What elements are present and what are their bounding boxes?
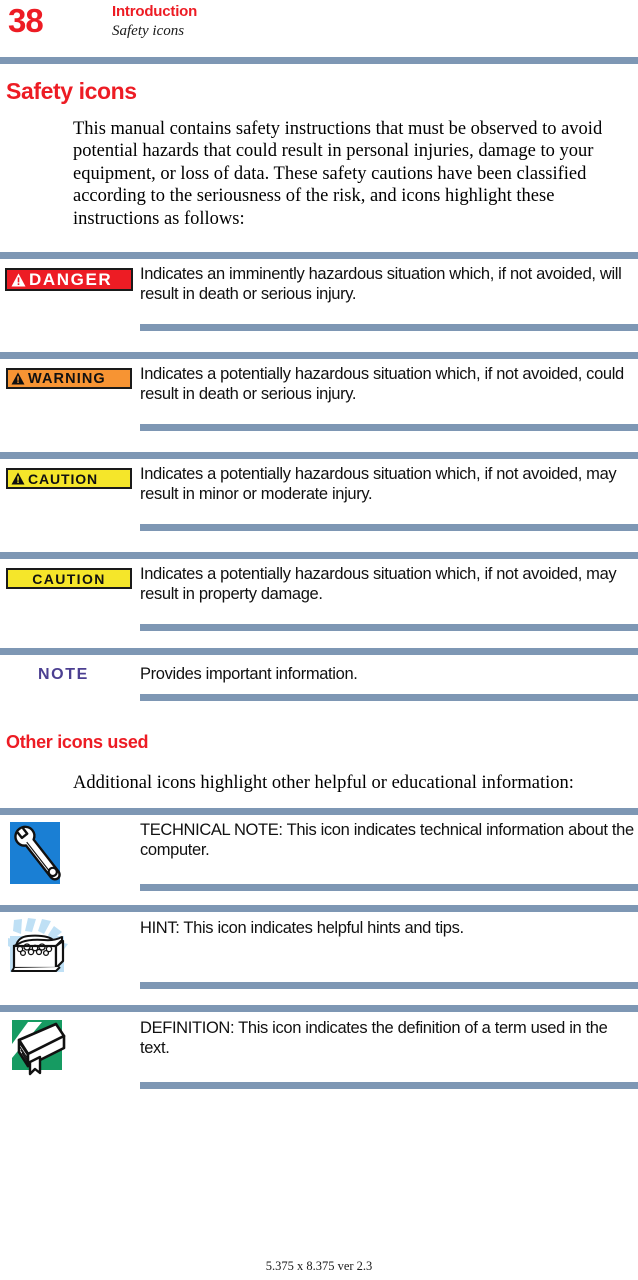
caution-property-row-top-rule — [0, 552, 638, 559]
danger-badge-label: DANGER — [29, 269, 113, 289]
definition-description: DEFINITION: This icon indicates the defi… — [140, 1019, 608, 1057]
hint-description: HINT: This icon indicates helpful hints … — [140, 919, 464, 937]
caution-badge: CAUTION — [6, 468, 132, 489]
technical-note-description: TECHNICAL NOTE: This icon indicates tech… — [140, 821, 634, 859]
page-title: Safety icons — [6, 78, 137, 104]
caution-row-inner-rule — [140, 524, 638, 531]
caution-property-row-inner-rule — [140, 624, 638, 631]
danger-description: Indicates an imminently hazardous situat… — [140, 265, 622, 303]
note-badge-label: NOTE — [38, 666, 89, 683]
wrench-icon — [8, 821, 68, 884]
warning-row-inner-rule — [140, 424, 638, 431]
page-number: 38 — [8, 2, 44, 39]
book-icon — [8, 1018, 68, 1078]
note-description: Provides important information. — [140, 665, 358, 683]
warning-triangle-icon — [11, 273, 26, 286]
definition-row-top-rule — [0, 1005, 638, 1012]
warning-triangle-icon — [11, 472, 25, 485]
header-chapter-title: Introduction — [112, 3, 198, 20]
caution-description: Indicates a potentially hazardous situat… — [140, 465, 617, 503]
treasure-chest-icon — [8, 918, 68, 978]
page-header: 38 Introduction Safety icons — [0, 0, 638, 56]
caution-property-description: Indicates a potentially hazardous situat… — [140, 565, 617, 603]
note-row-top-rule — [0, 648, 638, 655]
warning-description: Indicates a potentially hazardous situat… — [140, 365, 624, 403]
other-icons-intro-paragraph: Additional icons highlight other helpful… — [73, 773, 574, 793]
caution-property-badge: CAUTION — [6, 568, 132, 589]
page-footer: 5.375 x 8.375 ver 2.3 — [265, 1259, 373, 1273]
hint-row-inner-rule — [140, 982, 638, 989]
warning-triangle-icon — [11, 372, 25, 385]
danger-badge: DANGER — [5, 268, 133, 291]
note-row-inner-rule — [140, 694, 638, 701]
header-divider-rule — [0, 57, 638, 64]
danger-row-top-rule — [0, 252, 638, 259]
header-titles: Introduction Safety icons — [112, 3, 197, 41]
warning-row-top-rule — [0, 352, 638, 359]
warning-badge-label: WARNING — [28, 370, 106, 387]
other-icons-heading: Other icons used — [6, 732, 149, 752]
warning-badge: WARNING — [6, 368, 132, 389]
danger-row-inner-rule — [140, 324, 638, 331]
technical-note-row-top-rule — [0, 808, 638, 815]
caution-property-badge-label: CAUTION — [32, 570, 106, 587]
technical-note-row-inner-rule — [140, 884, 638, 891]
hint-row-top-rule — [0, 905, 638, 912]
caution-badge-label: CAUTION — [28, 470, 99, 487]
safety-intro-paragraph: This manual contains safety instructions… — [73, 119, 603, 229]
definition-row-inner-rule — [140, 1082, 638, 1089]
header-section-title: Safety icons — [112, 23, 185, 39]
caution-row-top-rule — [0, 452, 638, 459]
